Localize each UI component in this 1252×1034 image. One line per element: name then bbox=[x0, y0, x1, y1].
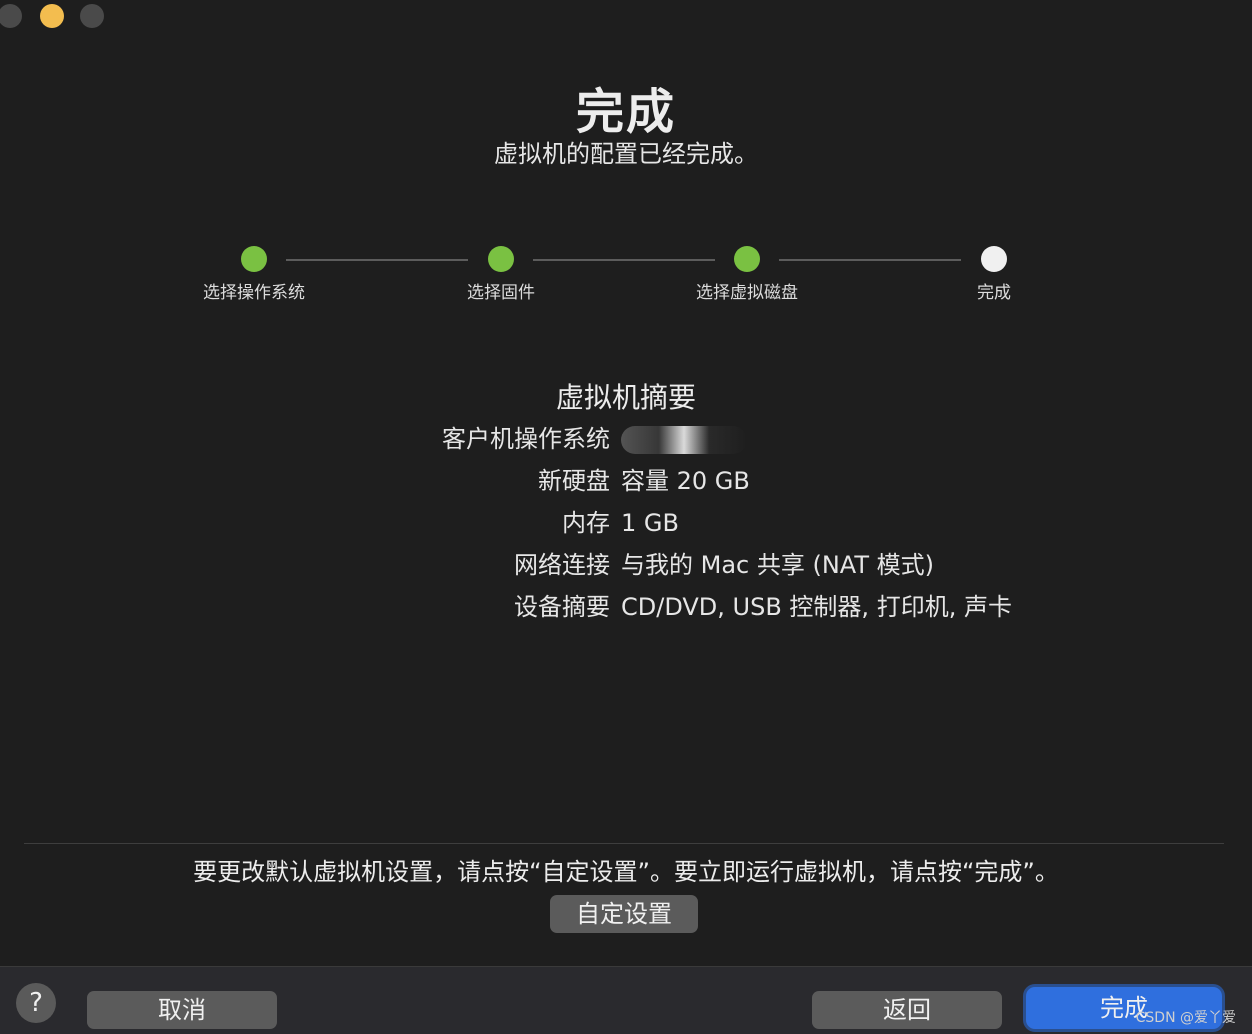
minimize-window-icon[interactable] bbox=[40, 4, 64, 28]
step-label: 选择固件 bbox=[467, 283, 535, 303]
summary-value: CD/DVD, USB 控制器, 打印机, 声卡 bbox=[621, 593, 1012, 621]
customize-settings-button[interactable]: 自定设置 bbox=[550, 895, 698, 933]
summary-row-guest-os: 客户机操作系统 bbox=[0, 418, 1252, 460]
step-complete-dot-icon bbox=[241, 246, 267, 272]
summary-row-network: 网络连接 与我的 Mac 共享 (NAT 模式) bbox=[0, 544, 1252, 586]
bottom-bar: ? 取消 返回 完成 CSDN @爱丫爱 bbox=[0, 966, 1252, 1034]
summary-value-redacted bbox=[621, 418, 747, 460]
summary-value: 与我的 Mac 共享 (NAT 模式) bbox=[621, 551, 935, 579]
page-subtitle: 虚拟机的配置已经完成。 bbox=[494, 140, 758, 168]
progress-stepper: 选择操作系统 选择固件 选择虚拟磁盘 完成 bbox=[0, 246, 1252, 306]
summary-key: 内存 bbox=[562, 509, 610, 537]
summary-row-disk: 新硬盘 容量 20 GB bbox=[0, 460, 1252, 502]
customize-hint: 要更改默认虚拟机设置，请点按“自定设置”。要立即运行虚拟机，请点按“完成”。 bbox=[193, 858, 1059, 886]
summary-value: 1 GB bbox=[621, 509, 679, 537]
close-window-icon[interactable] bbox=[0, 4, 22, 28]
step-label: 选择虚拟磁盘 bbox=[696, 283, 798, 303]
step-select-firmware: 选择固件 bbox=[421, 246, 581, 303]
cancel-button[interactable]: 取消 bbox=[87, 991, 277, 1029]
zoom-window-icon[interactable] bbox=[80, 4, 104, 28]
summary-title: 虚拟机摘要 bbox=[555, 381, 696, 414]
watermark: CSDN @爱丫爱 bbox=[1135, 1010, 1236, 1026]
step-current-dot-icon bbox=[981, 246, 1007, 272]
step-label: 完成 bbox=[977, 283, 1011, 303]
page-title: 完成 bbox=[575, 84, 676, 140]
summary-row-memory: 内存 1 GB bbox=[0, 502, 1252, 544]
summary-key: 新硬盘 bbox=[538, 467, 610, 495]
step-select-disk: 选择虚拟磁盘 bbox=[667, 246, 827, 303]
back-button[interactable]: 返回 bbox=[812, 991, 1002, 1029]
summary-row-devices: 设备摘要 CD/DVD, USB 控制器, 打印机, 声卡 bbox=[0, 586, 1252, 628]
step-finish: 完成 bbox=[914, 246, 1074, 303]
summary-key: 客户机操作系统 bbox=[442, 425, 610, 453]
step-complete-dot-icon bbox=[734, 246, 760, 272]
step-complete-dot-icon bbox=[488, 246, 514, 272]
help-icon[interactable]: ? bbox=[16, 983, 56, 1023]
vm-assistant-window: 完成 虚拟机的配置已经完成。 选择操作系统 选择固件 选择虚拟磁盘 完成 虚拟机… bbox=[0, 0, 1252, 1034]
summary-table: 客户机操作系统 新硬盘 容量 20 GB 内存 1 GB 网络连接 与我的 Ma… bbox=[0, 418, 1252, 628]
divider bbox=[24, 843, 1224, 844]
summary-value: 容量 20 GB bbox=[621, 467, 750, 495]
redacted-blur bbox=[621, 426, 747, 454]
step-label: 选择操作系统 bbox=[203, 283, 305, 303]
summary-key: 网络连接 bbox=[514, 551, 610, 579]
summary-key: 设备摘要 bbox=[514, 593, 610, 621]
step-select-os: 选择操作系统 bbox=[174, 246, 334, 303]
